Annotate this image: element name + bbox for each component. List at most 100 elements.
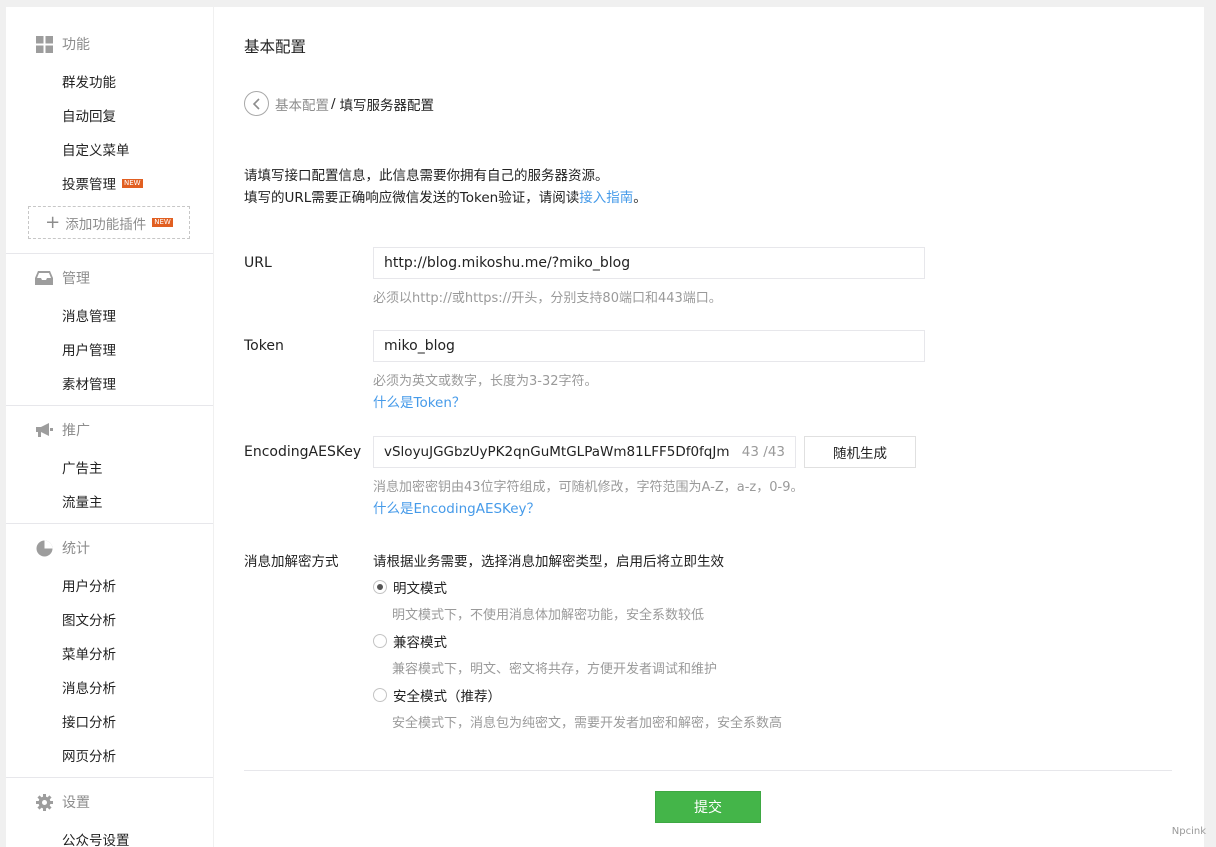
sidebar-item-label: 公众号设置 xyxy=(62,833,130,847)
sidebar-item-label: 消息管理 xyxy=(62,309,116,325)
sidebar-heading-label: 功能 xyxy=(62,37,90,53)
sidebar-heading-stats: 统计 xyxy=(6,528,213,568)
url-label: URL xyxy=(244,255,272,271)
sidebar-item-label: 流量主 xyxy=(62,495,103,511)
main-panel: 基本配置 基本配置 / 填写服务器配置 请填写接口配置信息，此信息需要你拥有自己… xyxy=(214,7,1204,847)
token-input[interactable]: miko_blog xyxy=(373,330,925,362)
new-badge: NEW xyxy=(122,178,143,188)
sidebar-item-label: 用户管理 xyxy=(62,343,116,359)
sidebar-item-label: 网页分析 xyxy=(62,749,116,765)
sidebar-item-publisher[interactable]: 流量主 xyxy=(6,484,213,518)
form-divider xyxy=(244,770,1172,771)
sidebar-heading-label: 推广 xyxy=(62,423,90,439)
sidebar-heading-label: 统计 xyxy=(62,541,90,557)
grid-icon xyxy=(35,35,53,53)
sidebar-item-material-manage[interactable]: 素材管理 xyxy=(6,366,213,400)
pie-chart-icon xyxy=(35,539,53,557)
sidebar-item-web-analysis[interactable]: 网页分析 xyxy=(6,738,213,772)
sidebar-item-label: 菜单分析 xyxy=(62,647,116,663)
sidebar-section-manage: 管理 消息管理 用户管理 素材管理 xyxy=(6,254,213,406)
what-is-aes-key-link[interactable]: 什么是EncodingAESKey？ xyxy=(373,497,540,517)
url-hint: 必须以http://或https://开头，分别支持80端口和443端口。 xyxy=(373,291,722,306)
new-badge: NEW xyxy=(152,218,173,227)
inbox-icon xyxy=(35,269,53,287)
sidebar-section-features: 功能 群发功能 自动回复 自定义菜单 投票管理 NEW + 添加功能插件 NEW xyxy=(6,7,213,254)
sidebar-item-custom-menu[interactable]: 自定义菜单 xyxy=(6,132,213,166)
encryption-mode-label: 消息加解密方式 xyxy=(244,554,339,570)
radio-desc: 兼容模式下，明文、密文将共存，方便开发者调试和维护 xyxy=(392,662,718,677)
gear-icon xyxy=(35,793,53,811)
token-label: Token xyxy=(244,338,284,354)
breadcrumb-current: 填写服务器配置 xyxy=(339,97,435,114)
radio-plaintext-mode[interactable]: 明文模式 xyxy=(373,577,447,597)
radio-button[interactable] xyxy=(373,688,387,702)
intro-line-2: 填写的URL需要正确响应微信发送的Token验证，请阅读接入指南。 xyxy=(244,187,647,209)
sidebar-heading-settings: 设置 xyxy=(6,782,213,822)
sidebar-item-label: 广告主 xyxy=(62,461,103,477)
megaphone-icon xyxy=(35,421,53,439)
aes-key-input[interactable]: vSloyuJGGbzUyPK2qnGuMtGLPaWm81LFF5Df0fqJ… xyxy=(373,436,796,468)
sidebar-item-label: 接口分析 xyxy=(62,715,116,731)
sidebar-item-advertiser[interactable]: 广告主 xyxy=(6,450,213,484)
radio-label: 安全模式（推荐） xyxy=(393,689,501,705)
aes-key-input-value: vSloyuJGGbzUyPK2qnGuMtGLPaWm81LFF5Df0fqJ… xyxy=(384,444,730,460)
sidebar-item-article-analysis[interactable]: 图文分析 xyxy=(6,602,213,636)
sidebar-item-auto-reply[interactable]: 自动回复 xyxy=(6,98,213,132)
radio-button-checked[interactable] xyxy=(373,580,387,594)
sidebar-item-message-manage[interactable]: 消息管理 xyxy=(6,298,213,332)
sidebar-item-user-analysis[interactable]: 用户分析 xyxy=(6,568,213,602)
aes-key-hint: 消息加密密钥由43位字符组成，可随机修改，字符范围为A-Z，a-z，0-9。 xyxy=(373,480,804,495)
page-title: 基本配置 xyxy=(244,38,307,56)
url-input[interactable]: http://blog.mikoshu.me/?miko_blog xyxy=(373,247,925,279)
intro-line-2-text: 填写的URL需要正确响应微信发送的Token验证，请阅读 xyxy=(244,190,580,206)
breadcrumb-parent[interactable]: 基本配置 xyxy=(275,94,329,114)
sidebar-item-mass-send[interactable]: 群发功能 xyxy=(6,64,213,98)
sidebar-item-label: 群发功能 xyxy=(62,75,116,91)
sidebar-section-settings: 设置 公众号设置 xyxy=(6,778,213,847)
intro-line-1: 请填写接口配置信息，此信息需要你拥有自己的服务器资源。 xyxy=(244,168,609,184)
token-input-value: miko_blog xyxy=(384,338,455,354)
add-plugin-label: 添加功能插件 xyxy=(65,216,147,233)
add-plugin-button[interactable]: + 添加功能插件 NEW xyxy=(28,206,190,239)
sidebar-item-user-manage[interactable]: 用户管理 xyxy=(6,332,213,366)
sidebar-item-label: 投票管理 xyxy=(62,177,116,193)
url-input-value: http://blog.mikoshu.me/?miko_blog xyxy=(384,255,631,271)
intro-text: 请填写接口配置信息，此信息需要你拥有自己的服务器资源。 填写的URL需要正确响应… xyxy=(244,165,647,209)
aes-key-counter: 43 /43 xyxy=(741,444,785,460)
sidebar-item-label: 图文分析 xyxy=(62,613,116,629)
sidebar-item-menu-analysis[interactable]: 菜单分析 xyxy=(6,636,213,670)
radio-button[interactable] xyxy=(373,634,387,648)
plus-icon: + xyxy=(45,211,61,233)
sidebar-item-label: 消息分析 xyxy=(62,681,116,697)
encryption-mode-intro: 请根据业务需要，选择消息加解密类型，启用后将立即生效 xyxy=(373,554,724,570)
watermark: Npcink xyxy=(1171,826,1206,837)
breadcrumb-separator: / xyxy=(331,95,336,112)
access-guide-link[interactable]: 接入指南 xyxy=(579,190,633,206)
sidebar-item-account-settings[interactable]: 公众号设置 xyxy=(6,822,213,847)
sidebar-item-api-analysis[interactable]: 接口分析 xyxy=(6,704,213,738)
sidebar-heading-label: 管理 xyxy=(62,271,90,287)
sidebar-heading-promote: 推广 xyxy=(6,410,213,450)
radio-label: 兼容模式 xyxy=(393,635,447,651)
sidebar-item-vote-manage[interactable]: 投票管理 NEW xyxy=(6,166,213,200)
back-button[interactable] xyxy=(244,91,269,116)
breadcrumb: 基本配置 / 填写服务器配置 xyxy=(244,91,434,116)
radio-label: 明文模式 xyxy=(393,581,447,597)
aes-key-label: EncodingAESKey xyxy=(244,444,362,460)
radio-secure-mode[interactable]: 安全模式（推荐） xyxy=(373,685,501,705)
sidebar-item-label: 自动回复 xyxy=(62,109,116,125)
sidebar-item-label: 自定义菜单 xyxy=(62,143,130,159)
sidebar-heading-features: 功能 xyxy=(6,24,213,64)
chevron-left-icon xyxy=(252,97,260,110)
token-hint: 必须为英文或数字，长度为3-32字符。 xyxy=(373,374,598,389)
intro-line-2-end: 。 xyxy=(633,190,647,206)
random-generate-button[interactable]: 随机生成 xyxy=(804,436,916,468)
sidebar-heading-manage: 管理 xyxy=(6,258,213,298)
sidebar-item-message-analysis[interactable]: 消息分析 xyxy=(6,670,213,704)
radio-desc: 明文模式下，不使用消息体加解密功能，安全系数较低 xyxy=(392,608,705,623)
what-is-token-link[interactable]: 什么是Token？ xyxy=(373,391,465,411)
submit-button[interactable]: 提交 xyxy=(655,791,761,823)
sidebar-section-promote: 推广 广告主 流量主 xyxy=(6,406,213,524)
radio-compatible-mode[interactable]: 兼容模式 xyxy=(373,631,447,651)
sidebar-heading-label: 设置 xyxy=(62,795,90,811)
